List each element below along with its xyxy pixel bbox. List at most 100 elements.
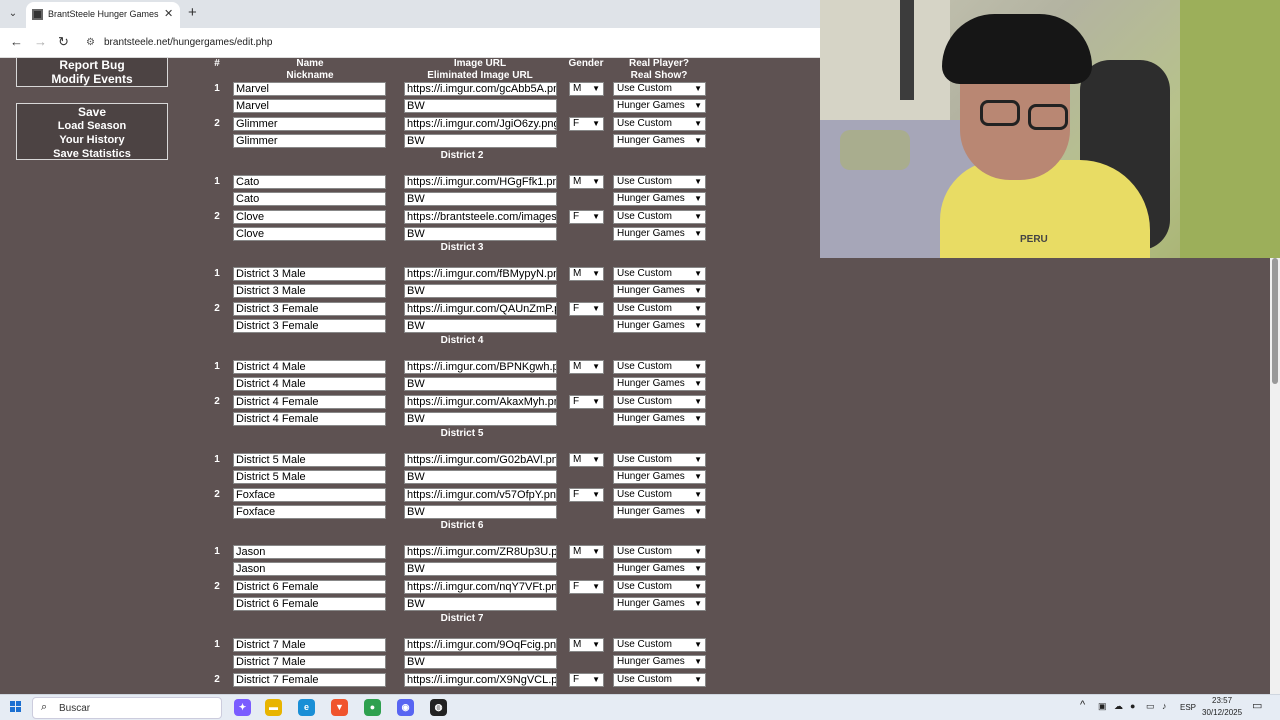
tribute-name-input[interactable]: District 3 Female: [233, 302, 386, 316]
tribute-name-input[interactable]: District 4 Male: [233, 360, 386, 374]
tribute-real-show-select[interactable]: Hunger Games ▼: [613, 597, 706, 611]
chrome-icon[interactable]: ●: [364, 699, 381, 716]
tribute-name-input[interactable]: Marvel: [233, 82, 386, 96]
discord-icon[interactable]: ◉: [397, 699, 414, 716]
tab-list-button[interactable]: ⌄: [4, 5, 22, 23]
tray-cloud-icon[interactable]: ☁: [1114, 701, 1123, 712]
tribute-gender-select[interactable]: F ▼: [569, 395, 604, 409]
tribute-eliminated-url-input[interactable]: BW: [404, 192, 557, 206]
tribute-gender-select[interactable]: F ▼: [569, 302, 604, 316]
tribute-real-show-select[interactable]: Hunger Games ▼: [613, 319, 706, 333]
tribute-eliminated-url-input[interactable]: BW: [404, 597, 557, 611]
tribute-real-show-select[interactable]: Hunger Games ▼: [613, 412, 706, 426]
tribute-gender-select[interactable]: M ▼: [569, 638, 604, 652]
tribute-nickname-input[interactable]: District 3 Male: [233, 284, 386, 298]
tribute-eliminated-url-input[interactable]: BW: [404, 655, 557, 669]
tribute-image-url-input[interactable]: https://i.imgur.com/HGgFfk1.pn: [404, 175, 557, 189]
tribute-image-url-input[interactable]: https://i.imgur.com/QAUnZmP.p: [404, 302, 557, 316]
tribute-real-player-select[interactable]: Use Custom ▼: [613, 395, 706, 409]
tribute-eliminated-url-input[interactable]: BW: [404, 319, 557, 333]
tribute-real-player-select[interactable]: Use Custom ▼: [613, 117, 706, 131]
tribute-eliminated-url-input[interactable]: BW: [404, 99, 557, 113]
tribute-real-show-select[interactable]: Hunger Games ▼: [613, 655, 706, 669]
tribute-gender-select[interactable]: M ▼: [569, 545, 604, 559]
tribute-real-player-select[interactable]: Use Custom ▼: [613, 453, 706, 467]
tribute-eliminated-url-input[interactable]: BW: [404, 470, 557, 484]
windows-start-icon[interactable]: [10, 701, 22, 713]
tribute-image-url-input[interactable]: https://i.imgur.com/nqY7VFt.pn: [404, 580, 557, 594]
tribute-image-url-input[interactable]: https://i.imgur.com/fBMypyN.pn: [404, 267, 557, 281]
tribute-nickname-input[interactable]: District 6 Female: [233, 597, 386, 611]
tribute-image-url-input[interactable]: https://brantsteele.com/images: [404, 210, 557, 224]
file-explorer-icon[interactable]: ▬: [265, 699, 282, 716]
media-app-icon[interactable]: ◍: [430, 699, 447, 716]
reload-icon[interactable]: ↻: [58, 34, 69, 50]
tribute-real-player-select[interactable]: Use Custom ▼: [613, 488, 706, 502]
volume-icon[interactable]: ♪: [1162, 701, 1167, 711]
tribute-image-url-input[interactable]: https://i.imgur.com/v57OfpY.pn: [404, 488, 557, 502]
tribute-name-input[interactable]: District 6 Female: [233, 580, 386, 594]
tribute-gender-select[interactable]: M ▼: [569, 175, 604, 189]
tribute-nickname-input[interactable]: Clove: [233, 227, 386, 241]
tribute-real-player-select[interactable]: Use Custom ▼: [613, 267, 706, 281]
tribute-name-input[interactable]: District 7 Male: [233, 638, 386, 652]
new-tab-button[interactable]: +: [188, 4, 197, 21]
tribute-eliminated-url-input[interactable]: BW: [404, 377, 557, 391]
clock-time[interactable]: 23:57: [1212, 696, 1232, 705]
tribute-image-url-input[interactable]: https://i.imgur.com/BPNKgwh.p: [404, 360, 557, 374]
tribute-name-input[interactable]: Cato: [233, 175, 386, 189]
tribute-nickname-input[interactable]: Jason: [233, 562, 386, 576]
save-statistics-link[interactable]: Save Statistics: [17, 147, 167, 161]
clock-date[interactable]: 30/12/2025: [1202, 708, 1242, 717]
tribute-nickname-input[interactable]: Glimmer: [233, 134, 386, 148]
tribute-real-show-select[interactable]: Hunger Games ▼: [613, 134, 706, 148]
load-season-link[interactable]: Load Season: [17, 119, 167, 133]
tray-expand-icon[interactable]: ^: [1080, 699, 1085, 711]
tribute-image-url-input[interactable]: https://i.imgur.com/AkaxMyh.pn: [404, 395, 557, 409]
tribute-nickname-input[interactable]: Foxface: [233, 505, 386, 519]
tribute-real-show-select[interactable]: Hunger Games ▼: [613, 284, 706, 298]
tribute-gender-select[interactable]: M ▼: [569, 82, 604, 96]
tribute-name-input[interactable]: Jason: [233, 545, 386, 559]
copilot-icon[interactable]: ✦: [234, 699, 251, 716]
page-scrollbar[interactable]: [1270, 258, 1280, 694]
tribute-nickname-input[interactable]: District 4 Female: [233, 412, 386, 426]
tribute-image-url-input[interactable]: https://i.imgur.com/ZR8Up3U.p: [404, 545, 557, 559]
tribute-eliminated-url-input[interactable]: BW: [404, 284, 557, 298]
tribute-name-input[interactable]: District 3 Male: [233, 267, 386, 281]
tribute-eliminated-url-input[interactable]: BW: [404, 134, 557, 148]
tribute-real-show-select[interactable]: Hunger Games ▼: [613, 99, 706, 113]
tribute-gender-select[interactable]: M ▼: [569, 453, 604, 467]
your-history-link[interactable]: Your History: [17, 133, 167, 147]
tribute-real-player-select[interactable]: Use Custom ▼: [613, 302, 706, 316]
tribute-real-player-select[interactable]: Use Custom ▼: [613, 82, 706, 96]
network-icon[interactable]: ▭: [1146, 701, 1155, 712]
tribute-real-show-select[interactable]: Hunger Games ▼: [613, 227, 706, 241]
modify-events-link[interactable]: Modify Events: [17, 72, 167, 86]
tribute-name-input[interactable]: District 7 Female: [233, 673, 386, 687]
back-icon[interactable]: ←: [10, 34, 23, 49]
tribute-real-show-select[interactable]: Hunger Games ▼: [613, 505, 706, 519]
brave-icon[interactable]: ▼: [331, 699, 348, 716]
tribute-nickname-input[interactable]: Cato: [233, 192, 386, 206]
tribute-image-url-input[interactable]: https://i.imgur.com/G02bAVl.pn: [404, 453, 557, 467]
tribute-nickname-input[interactable]: District 4 Male: [233, 377, 386, 391]
tribute-gender-select[interactable]: F ▼: [569, 488, 604, 502]
report-bug-link[interactable]: Report Bug: [17, 59, 167, 72]
tribute-name-input[interactable]: District 5 Male: [233, 453, 386, 467]
tribute-name-input[interactable]: District 4 Female: [233, 395, 386, 409]
tribute-image-url-input[interactable]: https://i.imgur.com/gcAbb5A.pn: [404, 82, 557, 96]
tribute-real-player-select[interactable]: Use Custom ▼: [613, 210, 706, 224]
tribute-real-show-select[interactable]: Hunger Games ▼: [613, 562, 706, 576]
tribute-nickname-input[interactable]: District 3 Female: [233, 319, 386, 333]
tray-device-icon[interactable]: ▣: [1098, 701, 1107, 712]
microphone-icon[interactable]: ●: [1130, 701, 1135, 711]
browser-tab[interactable]: BrantSteele Hunger Games Sim ✕: [26, 2, 180, 28]
tribute-image-url-input[interactable]: https://i.imgur.com/X9NgVCL.p: [404, 673, 557, 687]
tribute-real-show-select[interactable]: Hunger Games ▼: [613, 192, 706, 206]
language-indicator[interactable]: ESP: [1180, 703, 1196, 712]
tab-close-icon[interactable]: ✕: [164, 7, 173, 20]
tribute-name-input[interactable]: Foxface: [233, 488, 386, 502]
tribute-name-input[interactable]: Clove: [233, 210, 386, 224]
tribute-real-player-select[interactable]: Use Custom ▼: [613, 673, 706, 687]
